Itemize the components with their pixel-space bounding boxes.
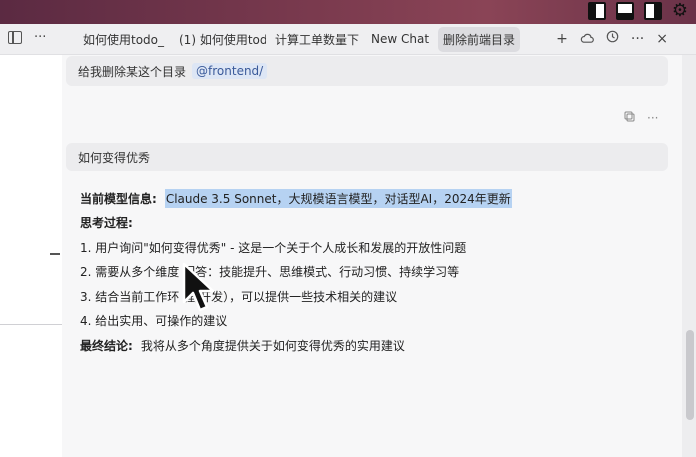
sidebar bbox=[0, 24, 63, 457]
cloud-icon[interactable] bbox=[580, 31, 594, 47]
desktop-wallpaper: ⚙ bbox=[0, 0, 696, 24]
user-message-1: 给我删除某这个目录 @frontend/ bbox=[66, 56, 668, 86]
copy-icon[interactable] bbox=[624, 111, 635, 125]
thinking-heading: 思考过程: bbox=[80, 216, 133, 231]
add-tab-button[interactable]: + bbox=[556, 31, 568, 47]
history-icon[interactable] bbox=[606, 30, 619, 47]
conclusion-label: 最终结论: bbox=[80, 338, 133, 353]
user-message-2: 如何变得优秀 bbox=[66, 143, 668, 171]
user-message-text: 给我删除某这个目录 bbox=[78, 64, 187, 79]
tab-5-active[interactable]: 删除前端目录 bbox=[438, 26, 521, 52]
file-mention[interactable]: @frontend/ bbox=[192, 63, 268, 79]
panel-right-icon[interactable] bbox=[643, 2, 662, 20]
tab-3[interactable]: 计算工单数量下 bbox=[270, 27, 362, 52]
sidebar-divider bbox=[0, 324, 62, 325]
model-info-row: 当前模型信息: Claude 3.5 Sonnet，大规模语言模型，对话型AI，… bbox=[80, 186, 640, 211]
assistant-response: 当前模型信息: Claude 3.5 Sonnet，大规模语言模型，对话型AI，… bbox=[80, 186, 640, 358]
tab-4[interactable]: New Chat bbox=[366, 28, 434, 50]
gear-icon[interactable]: ⚙ bbox=[672, 2, 688, 20]
tab-1[interactable]: 如何使用todo_ bbox=[78, 27, 170, 52]
sidebar-marker bbox=[50, 253, 60, 255]
thinking-step: 4. 给出实用、可操作的建议 bbox=[80, 314, 228, 329]
model-info-label: 当前模型信息: bbox=[80, 191, 157, 206]
conclusion-value: 我将从多个角度提供关于如何变得优秀的实用建议 bbox=[140, 338, 405, 353]
panel-bottom-icon[interactable] bbox=[615, 2, 634, 20]
scrollbar-thumb[interactable] bbox=[686, 330, 694, 420]
user-message-text: 如何变得优秀 bbox=[78, 150, 151, 165]
message-actions: ··· bbox=[624, 111, 658, 125]
thinking-step: 3. 结合当前工作环 程/开发），可以提供一些技术相关的建议 bbox=[80, 289, 398, 304]
tab-2[interactable]: (1) 如何使用todo bbox=[174, 27, 266, 52]
close-icon[interactable]: × bbox=[656, 31, 668, 47]
thinking-step: 2. 需要从多个维度 回答：技能提升、思维模式、行动习惯、持续学习等 bbox=[80, 265, 460, 280]
model-info-value: Claude 3.5 Sonnet，大规模语言模型，对话型AI，2024年更新 bbox=[164, 188, 512, 208]
sidebar-toggle-icon[interactable] bbox=[8, 31, 22, 44]
pointer-cursor-icon bbox=[182, 262, 218, 318]
tab-bar: ··· 如何使用todo_ (1) 如何使用todo 计算工单数量下 New C… bbox=[0, 24, 696, 55]
message-more-button[interactable]: ··· bbox=[647, 111, 658, 125]
thinking-step: 1. 用户询问"如何变得优秀" - 这是一个关于个人成长和发展的开放性问题 bbox=[80, 240, 467, 255]
more-menu-button[interactable]: ··· bbox=[34, 30, 46, 45]
more-options-button[interactable]: ··· bbox=[631, 31, 644, 47]
window-layout-controls: ⚙ bbox=[587, 0, 688, 22]
conclusion-row: 最终结论: 我将从多个角度提供关于如何变得优秀的实用建议 bbox=[80, 333, 640, 358]
panel-left-icon[interactable] bbox=[587, 2, 606, 20]
